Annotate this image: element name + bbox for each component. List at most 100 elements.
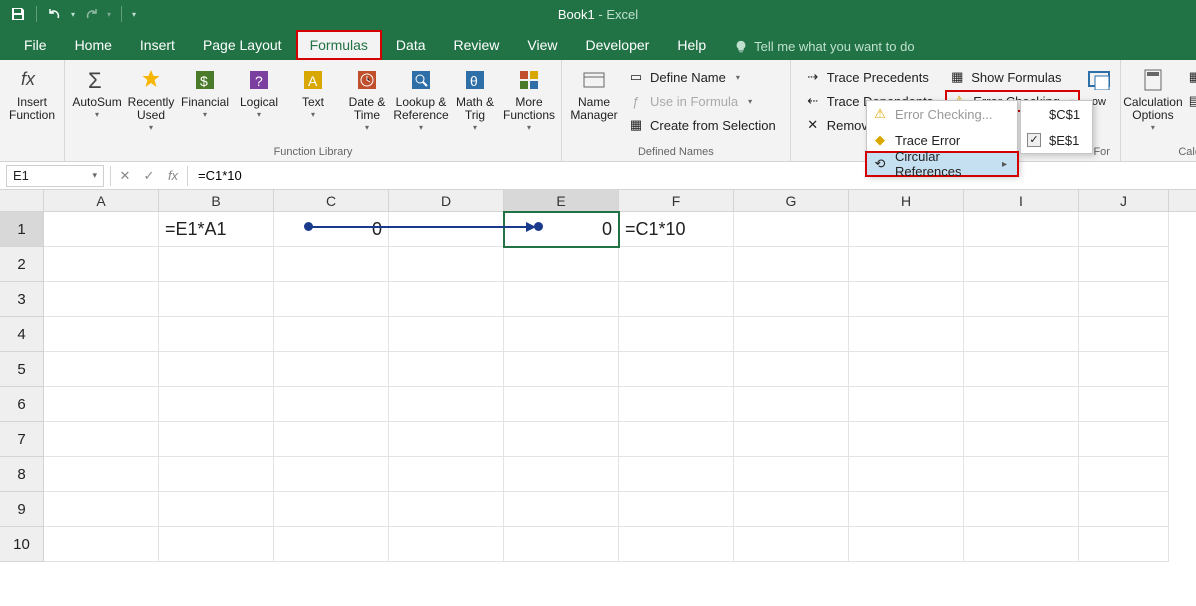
show-formulas-button[interactable]: ▦Show Formulas: [945, 66, 1080, 88]
cell[interactable]: [734, 422, 849, 457]
cell[interactable]: [274, 282, 389, 317]
cell-d1[interactable]: [389, 212, 504, 247]
row-header-6[interactable]: 6: [0, 387, 44, 422]
financial-button[interactable]: $ Financial▾: [179, 64, 231, 134]
col-header-j[interactable]: J: [1079, 190, 1169, 211]
cell[interactable]: [504, 457, 619, 492]
date-time-button[interactable]: Date & Time▾: [341, 64, 393, 134]
cell[interactable]: [389, 387, 504, 422]
text-button[interactable]: A Text▾: [287, 64, 339, 134]
cell[interactable]: [44, 247, 159, 282]
cell-h1[interactable]: [849, 212, 964, 247]
tab-help[interactable]: Help: [663, 30, 720, 60]
cell[interactable]: [964, 352, 1079, 387]
create-from-selection-button[interactable]: ▦Create from Selection: [624, 114, 780, 136]
tab-home[interactable]: Home: [61, 30, 126, 60]
cell[interactable]: [619, 422, 734, 457]
namebox-dropdown-icon[interactable]: ▾: [92, 170, 97, 181]
cell[interactable]: [159, 247, 274, 282]
cell-b1[interactable]: =E1*A1: [159, 212, 274, 247]
cell[interactable]: [389, 282, 504, 317]
cell[interactable]: [619, 527, 734, 562]
row-header-1[interactable]: 1: [0, 212, 44, 247]
cell-e1[interactable]: 0: [504, 212, 619, 247]
circular-ref-item-e1[interactable]: ✓ $E$1: [1021, 127, 1092, 153]
save-icon[interactable]: [10, 6, 26, 22]
col-header-c[interactable]: C: [274, 190, 389, 211]
tab-file[interactable]: File: [10, 30, 61, 60]
cell[interactable]: [1079, 527, 1169, 562]
cell[interactable]: [159, 492, 274, 527]
cell[interactable]: [734, 527, 849, 562]
cell-f1[interactable]: =C1*10: [619, 212, 734, 247]
select-all-corner[interactable]: [0, 190, 44, 211]
cell[interactable]: [964, 457, 1079, 492]
col-header-h[interactable]: H: [849, 190, 964, 211]
cell[interactable]: [619, 387, 734, 422]
tab-insert[interactable]: Insert: [126, 30, 189, 60]
more-functions-button[interactable]: More Functions▾: [503, 64, 555, 134]
cell[interactable]: [44, 492, 159, 527]
calculate-now-button[interactable]: ▦Calculate N: [1183, 66, 1196, 88]
name-box[interactable]: E1 ▾: [6, 165, 104, 187]
row-header-3[interactable]: 3: [0, 282, 44, 317]
enter-formula-button[interactable]: ✓: [137, 165, 161, 187]
lookup-button[interactable]: Lookup & Reference▾: [395, 64, 447, 134]
cell[interactable]: [1079, 317, 1169, 352]
tell-me-search[interactable]: Tell me what you want to do: [734, 39, 914, 60]
cell[interactable]: [734, 352, 849, 387]
tab-formulas[interactable]: Formulas: [296, 30, 382, 60]
insert-function-fbar-button[interactable]: fx: [161, 165, 185, 187]
col-header-b[interactable]: B: [159, 190, 274, 211]
recently-used-button[interactable]: Recently Used▾: [125, 64, 177, 134]
row-header-4[interactable]: 4: [0, 317, 44, 352]
circular-ref-item-c1[interactable]: $C$1: [1021, 101, 1092, 127]
cell[interactable]: [849, 492, 964, 527]
cell[interactable]: [274, 527, 389, 562]
cell-c1[interactable]: 0: [274, 212, 389, 247]
cell[interactable]: [159, 422, 274, 457]
cell[interactable]: [1079, 387, 1169, 422]
cell[interactable]: [849, 247, 964, 282]
row-header-8[interactable]: 8: [0, 457, 44, 492]
cell[interactable]: [389, 527, 504, 562]
cell[interactable]: [734, 282, 849, 317]
cell[interactable]: [619, 282, 734, 317]
cell[interactable]: [964, 317, 1079, 352]
cell[interactable]: [1079, 282, 1169, 317]
row-header-5[interactable]: 5: [0, 352, 44, 387]
cell[interactable]: [1079, 352, 1169, 387]
cell[interactable]: [389, 352, 504, 387]
cell[interactable]: [504, 527, 619, 562]
tab-data[interactable]: Data: [382, 30, 440, 60]
cell-j1[interactable]: [1079, 212, 1169, 247]
row-header-10[interactable]: 10: [0, 527, 44, 562]
cell[interactable]: [849, 527, 964, 562]
cell[interactable]: [389, 422, 504, 457]
row-header-7[interactable]: 7: [0, 422, 44, 457]
cell[interactable]: [964, 387, 1079, 422]
cell-a1[interactable]: [44, 212, 159, 247]
cell[interactable]: [1079, 247, 1169, 282]
cell[interactable]: [849, 457, 964, 492]
autosum-button[interactable]: Σ AutoSum▾: [71, 64, 123, 134]
cell[interactable]: [44, 422, 159, 457]
cell[interactable]: [389, 317, 504, 352]
cell[interactable]: [619, 247, 734, 282]
cell[interactable]: [274, 492, 389, 527]
cell[interactable]: [849, 352, 964, 387]
tab-review[interactable]: Review: [440, 30, 514, 60]
row-header-9[interactable]: 9: [0, 492, 44, 527]
tab-view[interactable]: View: [513, 30, 571, 60]
cell[interactable]: [504, 387, 619, 422]
cancel-formula-button[interactable]: ✕: [113, 165, 137, 187]
cell[interactable]: [1079, 422, 1169, 457]
define-name-button[interactable]: ▭Define Name▾: [624, 66, 780, 88]
cell[interactable]: [734, 317, 849, 352]
cell[interactable]: [504, 422, 619, 457]
undo-icon[interactable]: [47, 6, 63, 22]
qat-customize-icon[interactable]: ▾: [132, 10, 136, 19]
cell[interactable]: [964, 282, 1079, 317]
cell[interactable]: [504, 317, 619, 352]
cell[interactable]: [734, 247, 849, 282]
